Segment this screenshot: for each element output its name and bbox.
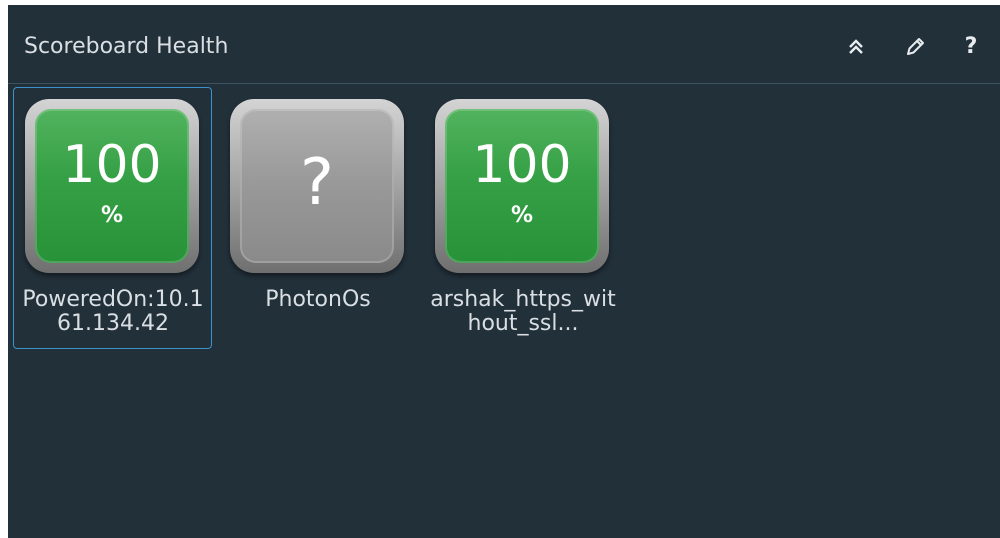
health-value: 100 (62, 135, 162, 195)
widget-title: Scoreboard Health (24, 34, 229, 59)
double-chevron-up-icon (844, 35, 868, 59)
scoreboard-tiles: 100 % PoweredOn:10.161.134.42 ? PhotonOs… (8, 84, 1000, 538)
tile-label: PhotonOs (265, 287, 371, 312)
scoreboard-tile[interactable]: ? PhotonOs (218, 87, 417, 349)
pencil-icon (903, 35, 927, 59)
widget-header: Scoreboard Health ? (8, 5, 1000, 84)
health-badge-face: 100 % (35, 109, 189, 263)
health-badge: ? (230, 99, 404, 273)
help-icon: ? (964, 34, 978, 59)
tile-label: arshak_https_without_ssl... (430, 287, 616, 336)
collapse-button[interactable] (844, 35, 868, 59)
scoreboard-tile[interactable]: 100 % PoweredOn:10.161.134.42 (13, 87, 212, 349)
tile-label: PoweredOn:10.161.134.42 (22, 287, 204, 336)
scoreboard-tile[interactable]: 100 % arshak_https_without_ssl... (423, 87, 622, 349)
health-badge-face: ? (240, 109, 394, 263)
health-value: 100 (472, 135, 572, 195)
health-unit: % (510, 203, 534, 228)
help-button[interactable]: ? (959, 35, 983, 59)
health-badge-face: 100 % (445, 109, 599, 263)
scoreboard-health-widget: Scoreboard Health ? 100 % PoweredOn:10.1… (8, 5, 1000, 538)
health-badge: 100 % (435, 99, 609, 273)
unknown-status-icon: ? (300, 146, 334, 220)
edit-button[interactable] (903, 35, 927, 59)
health-unit: % (100, 203, 124, 228)
health-badge: 100 % (25, 99, 199, 273)
